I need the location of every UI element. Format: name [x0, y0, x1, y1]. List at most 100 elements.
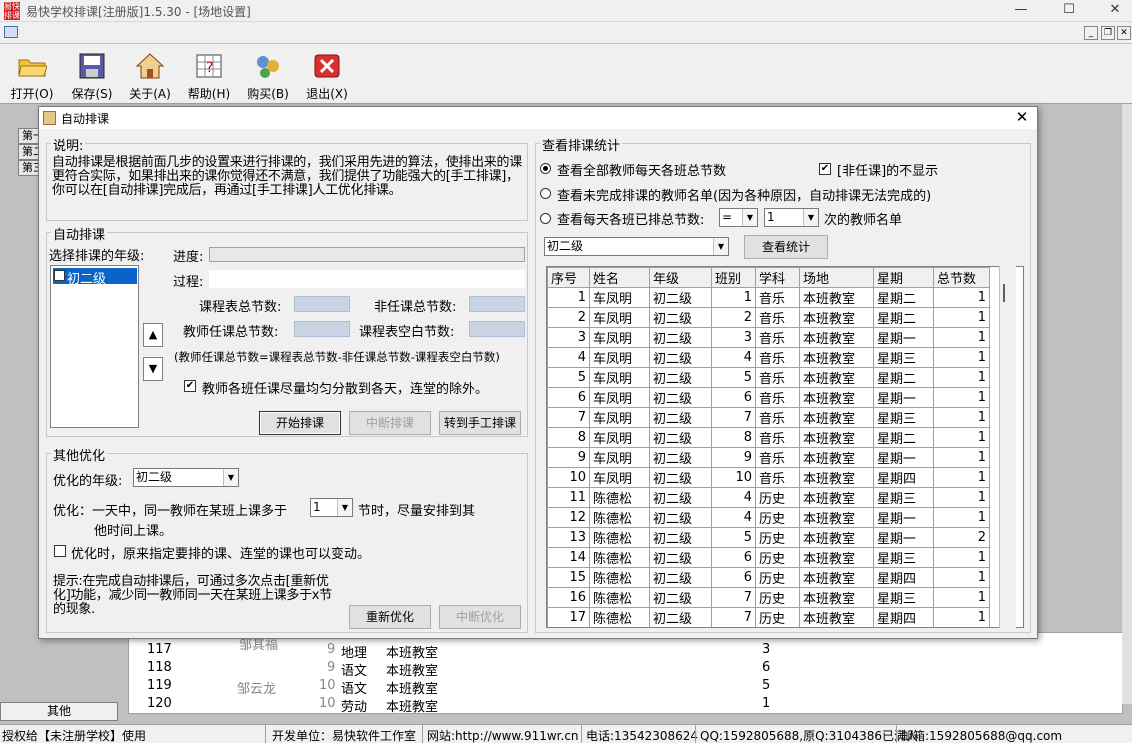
table-row[interactable]: 17 陈德松 初二级 7 历史 本班教室 星期四 1	[547, 607, 990, 627]
formula-text: (教师任课总节数=课程表总节数-非任课总节数-课程表空白节数)	[174, 350, 500, 364]
grid-cell-col-name: 陈德松	[589, 547, 650, 568]
home-icon	[133, 50, 167, 82]
nonteach-hide-checkbox[interactable]: ✔	[819, 163, 831, 175]
grid-header-col-weekday[interactable]: 星期	[873, 267, 934, 288]
dialog-close-button[interactable]: ✕	[1011, 108, 1033, 128]
grid-cell-col-subject: 音乐	[755, 447, 800, 468]
move-up-button[interactable]: ▲	[143, 323, 163, 347]
grid-cell-col-no: 1	[547, 287, 590, 308]
maximize-button[interactable]: ☐	[1046, 0, 1092, 22]
save-button[interactable]: 保存(S)	[66, 48, 118, 104]
opt-checkbox[interactable]	[54, 545, 66, 557]
nav-other-button[interactable]: 其他	[0, 702, 118, 721]
table-row[interactable]: 15 陈德松 初二级 6 历史 本班教室 星期四 1	[547, 567, 990, 588]
table-row[interactable]: 10 车凤明 初二级 10 音乐 本班教室 星期四 1	[547, 467, 990, 488]
grid-cell-col-class: 7	[711, 587, 756, 608]
manual-schedule-button[interactable]: 转到手工排课	[439, 411, 521, 435]
even-checkbox[interactable]: ✔	[184, 380, 196, 392]
exit-button[interactable]: 退出(X)	[301, 48, 353, 104]
table-row[interactable]: 13 陈德松 初二级 5 历史 本班教室 星期一 2	[547, 527, 990, 548]
help-button[interactable]: ? 帮助(H)	[183, 48, 235, 104]
grid-cell-col-weekday: 星期一	[873, 327, 934, 348]
background-table: 117 邹其福 9 地理 本班教室 3 118 9 语文 本班教室 6 119 …	[128, 632, 1123, 715]
grid-cell-col-room: 本班教室	[799, 507, 874, 528]
grid-cell-col-class: 2	[711, 307, 756, 328]
grid-cell-col-room: 本班教室	[799, 607, 874, 627]
radio-all-teachers[interactable]	[540, 163, 551, 174]
table-row[interactable]: 3 车凤明 初二级 3 音乐 本班教室 星期一 1	[547, 327, 990, 348]
buy-button[interactable]: 购买(B)	[242, 48, 294, 104]
grid-header-col-room[interactable]: 场地	[799, 267, 874, 288]
grid-cell-col-room: 本班教室	[799, 587, 874, 608]
table-row[interactable]: 8 车凤明 初二级 8 音乐 本班教室 星期二 1	[547, 427, 990, 448]
grade-checkbox[interactable]	[54, 270, 65, 281]
table-row[interactable]: 18陈德松初二级8历史本班教室星期三1	[548, 628, 990, 629]
grid-cell-col-total: 1	[933, 607, 990, 627]
open-button[interactable]: 打开(O)	[6, 48, 58, 104]
grid-cell-col-name: 车凤明	[589, 327, 650, 348]
opt-grade-select[interactable]: 初二级 ▼	[133, 468, 239, 487]
grid-cell-col-weekday: 星期四	[873, 467, 934, 488]
description-group: 说明: 自动排课是根据前面几步的设置来进行排课的，我们采用先进的算法，使排出来的…	[46, 135, 528, 221]
stats-grade-select[interactable]: 初二级 ▼	[544, 237, 729, 256]
mdi-minimize-button[interactable]: _	[1084, 26, 1098, 40]
operator-select[interactable]: = ▼	[719, 208, 758, 227]
dialog-title: 自动排课	[61, 112, 110, 126]
grid-cell-col-no: 15	[547, 567, 590, 588]
stats-grid[interactable]: 序号 姓名 年级 班别 学科 场地 星期 总节数 1 车凤明 初二级 1 音乐 本班教室 星期二 1 2 车凤明…	[546, 266, 1024, 628]
grid-header-col-total[interactable]: 总节数	[933, 267, 990, 288]
minimize-button[interactable]: —	[998, 0, 1044, 22]
grid-scrollbar[interactable]	[999, 266, 1016, 628]
mdi-close-button[interactable]: ✕	[1117, 26, 1131, 40]
table-row[interactable]: 5 车凤明 初二级 5 音乐 本班教室 星期二 1	[547, 367, 990, 388]
progress-label: 进度:	[173, 250, 204, 265]
grid-cell-col-subject: 历史	[755, 507, 800, 528]
grid-cell-col-grade: 初二级	[649, 307, 712, 328]
stop-schedule-button[interactable]: 中断排课	[349, 411, 431, 435]
grid-cell-col-subject: 音乐	[755, 287, 800, 308]
close-window-button[interactable]: ✕	[1092, 0, 1132, 22]
table-row[interactable]: 9 车凤明 初二级 9 音乐 本班教室 星期一 1	[547, 447, 990, 468]
grid-cell-col-total: 1	[933, 487, 990, 508]
total-field	[294, 296, 350, 312]
table-row[interactable]: 1 车凤明 初二级 1 音乐 本班教室 星期二 1	[547, 287, 990, 308]
table-row[interactable]: 16 陈德松 初二级 7 历史 本班教室 星期三 1	[547, 587, 990, 608]
opt-grade-label: 优化的年级:	[53, 474, 123, 489]
table-row[interactable]: 12 陈德松 初二级 4 历史 本班教室 星期一 1	[547, 507, 990, 528]
table-row[interactable]: 2 车凤明 初二级 2 音乐 本班教室 星期二 1	[547, 307, 990, 328]
main-scrollbar[interactable]	[1122, 104, 1132, 704]
grade-list[interactable]: 初二级	[50, 265, 139, 428]
grid-cell-col-weekday: 星期二	[873, 367, 934, 388]
radio-unfinished[interactable]	[540, 188, 551, 199]
view-stats-button[interactable]: 查看统计	[744, 235, 828, 259]
grid-cell-col-weekday: 星期三	[873, 587, 934, 608]
tip-text: 提示:在完成自动排课后，可通过多次点击[重新优化]功能，减少同一教师同一天在某班…	[53, 574, 332, 617]
grid-cell-col-total: 1	[933, 587, 990, 608]
grid-header-col-grade[interactable]: 年级	[649, 267, 712, 288]
table-row[interactable]: 11 陈德松 初二级 4 历史 本班教室 星期三 1	[547, 487, 990, 508]
grid-header-col-no[interactable]: 序号	[547, 267, 590, 288]
count-select[interactable]: 1 ▼	[764, 208, 819, 227]
move-down-button[interactable]: ▼	[143, 357, 163, 381]
grid-header-col-name[interactable]: 姓名	[589, 267, 650, 288]
table-row[interactable]: 4 车凤明 初二级 4 音乐 本班教室 星期三 1	[547, 347, 990, 368]
grid-cell-col-grade: 初二级	[649, 527, 712, 548]
opt-count-select[interactable]: 1 ▼	[310, 498, 353, 517]
start-schedule-button[interactable]: 开始排课	[259, 411, 341, 435]
table-row[interactable]: 6 车凤明 初二级 6 音乐 本班教室 星期一 1	[547, 387, 990, 408]
grid-cell-col-grade: 初二级	[649, 387, 712, 408]
radio-daily-count[interactable]	[540, 213, 551, 224]
grade-list-item[interactable]: 初二级	[53, 268, 137, 287]
reoptimize-button[interactable]: 重新优化	[349, 605, 431, 629]
grid-header-col-class[interactable]: 班别	[711, 267, 756, 288]
grid-cell-col-weekday: 星期一	[873, 447, 934, 468]
grid-cell-col-subject: 音乐	[755, 407, 800, 428]
about-button[interactable]: 关于(A)	[124, 48, 176, 104]
blank-label: 课程表空白节数:	[359, 325, 455, 340]
table-row[interactable]: 7 车凤明 初二级 7 音乐 本班教室 星期三 1	[547, 407, 990, 428]
table-row[interactable]: 14 陈德松 初二级 6 历史 本班教室 星期三 1	[547, 547, 990, 568]
stop-optimize-button[interactable]: 中断优化	[439, 605, 521, 629]
mdi-restore-button[interactable]: ❐	[1101, 26, 1115, 40]
radio3-tail: 次的教师名单	[824, 213, 903, 228]
grid-header-col-subject[interactable]: 学科	[755, 267, 800, 288]
